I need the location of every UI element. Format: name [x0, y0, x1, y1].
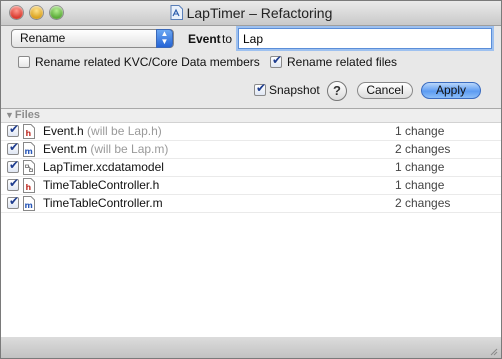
- new-name-input[interactable]: [238, 28, 492, 49]
- popup-arrows-icon: ▲ ▼: [156, 29, 173, 48]
- window-title: LapTimer – Refactoring: [186, 5, 333, 21]
- file-row[interactable]: m Event.m (will be Lap.m) 2 changes: [1, 140, 501, 159]
- rename-kvc-label: Rename related KVC/Core Data members: [35, 55, 260, 69]
- file-include-checkbox[interactable]: [7, 122, 19, 137]
- files-list: ▼Files h Event.h (will be Lap.h) 1 chang…: [1, 108, 501, 338]
- svg-text:h: h: [26, 183, 32, 192]
- implementation-file-icon: m: [23, 196, 35, 211]
- project-document-icon: [170, 5, 183, 20]
- title-bar: LapTimer – Refactoring: [1, 1, 501, 26]
- file-include-checkbox[interactable]: [7, 158, 19, 173]
- rename-files-checkbox[interactable]: [270, 53, 282, 68]
- rename-hint: (will be Lap.m): [90, 142, 169, 156]
- file-name: TimeTableController.m: [43, 196, 163, 210]
- file-row[interactable]: LapTimer.xcdatamodel 1 change: [1, 158, 501, 177]
- file-include-checkbox[interactable]: [7, 176, 19, 191]
- rename-files-label: Rename related files: [287, 55, 398, 69]
- files-header-label: Files: [14, 109, 40, 121]
- snapshot-label: Snapshot: [269, 83, 320, 97]
- change-count: 2 changes: [395, 196, 451, 210]
- snapshot-checkbox[interactable]: [254, 81, 266, 96]
- refactor-options-bar: Rename ▲▼ Event to Rename related KVC/Co…: [1, 26, 501, 107]
- file-name: Event.m: [43, 142, 88, 156]
- cancel-button[interactable]: Cancel: [357, 82, 413, 99]
- file-name-group: TimeTableController.h: [43, 178, 159, 192]
- file-name-group: Event.m (will be Lap.m): [43, 142, 168, 156]
- change-count: 2 changes: [395, 142, 451, 156]
- file-row[interactable]: m TimeTableController.m 2 changes: [1, 194, 501, 213]
- apply-button[interactable]: Apply: [421, 82, 481, 99]
- source-symbol-label: Event: [188, 32, 221, 46]
- refactor-operation-popup[interactable]: Rename ▲ ▼: [11, 29, 174, 48]
- file-row[interactable]: h Event.h (will be Lap.h) 1 change: [1, 122, 501, 141]
- header-file-icon: h: [23, 178, 35, 193]
- implementation-file-icon: m: [23, 142, 35, 157]
- file-row[interactable]: h TimeTableController.h 1 change: [1, 176, 501, 195]
- change-count: 1 change: [395, 124, 445, 138]
- bottom-bar: [1, 337, 501, 358]
- svg-text:h: h: [26, 129, 32, 138]
- to-label: to: [222, 32, 233, 46]
- disclosure-triangle-icon[interactable]: ▼: [5, 109, 14, 122]
- file-include-checkbox[interactable]: [7, 140, 19, 155]
- files-section-header[interactable]: ▼Files: [1, 109, 501, 123]
- refactoring-window: LapTimer – Refactoring Rename ▲ ▼ Event t…: [0, 0, 502, 359]
- change-count: 1 change: [395, 160, 445, 174]
- refactor-operation-value: Rename: [20, 31, 66, 45]
- file-name: LapTimer.xcdatamodel: [43, 160, 164, 174]
- window-title-group: LapTimer – Refactoring: [1, 5, 501, 21]
- header-file-icon: h: [23, 124, 35, 139]
- file-name-group: TimeTableController.m: [43, 196, 163, 210]
- rename-hint: (will be Lap.h): [87, 124, 162, 138]
- file-name: TimeTableController.h: [43, 178, 160, 192]
- file-name-group: LapTimer.xcdatamodel: [43, 160, 164, 174]
- rename-kvc-checkbox[interactable]: [18, 56, 30, 68]
- change-count: 1 change: [395, 178, 445, 192]
- svg-text:m: m: [25, 147, 33, 156]
- datamodel-file-icon: [23, 160, 35, 175]
- help-button[interactable]: ?: [327, 81, 347, 101]
- svg-text:m: m: [25, 201, 33, 210]
- file-include-checkbox[interactable]: [7, 194, 19, 209]
- resize-grip-icon[interactable]: [488, 346, 498, 356]
- file-name: Event.h: [43, 124, 84, 138]
- file-name-group: Event.h (will be Lap.h): [43, 124, 162, 138]
